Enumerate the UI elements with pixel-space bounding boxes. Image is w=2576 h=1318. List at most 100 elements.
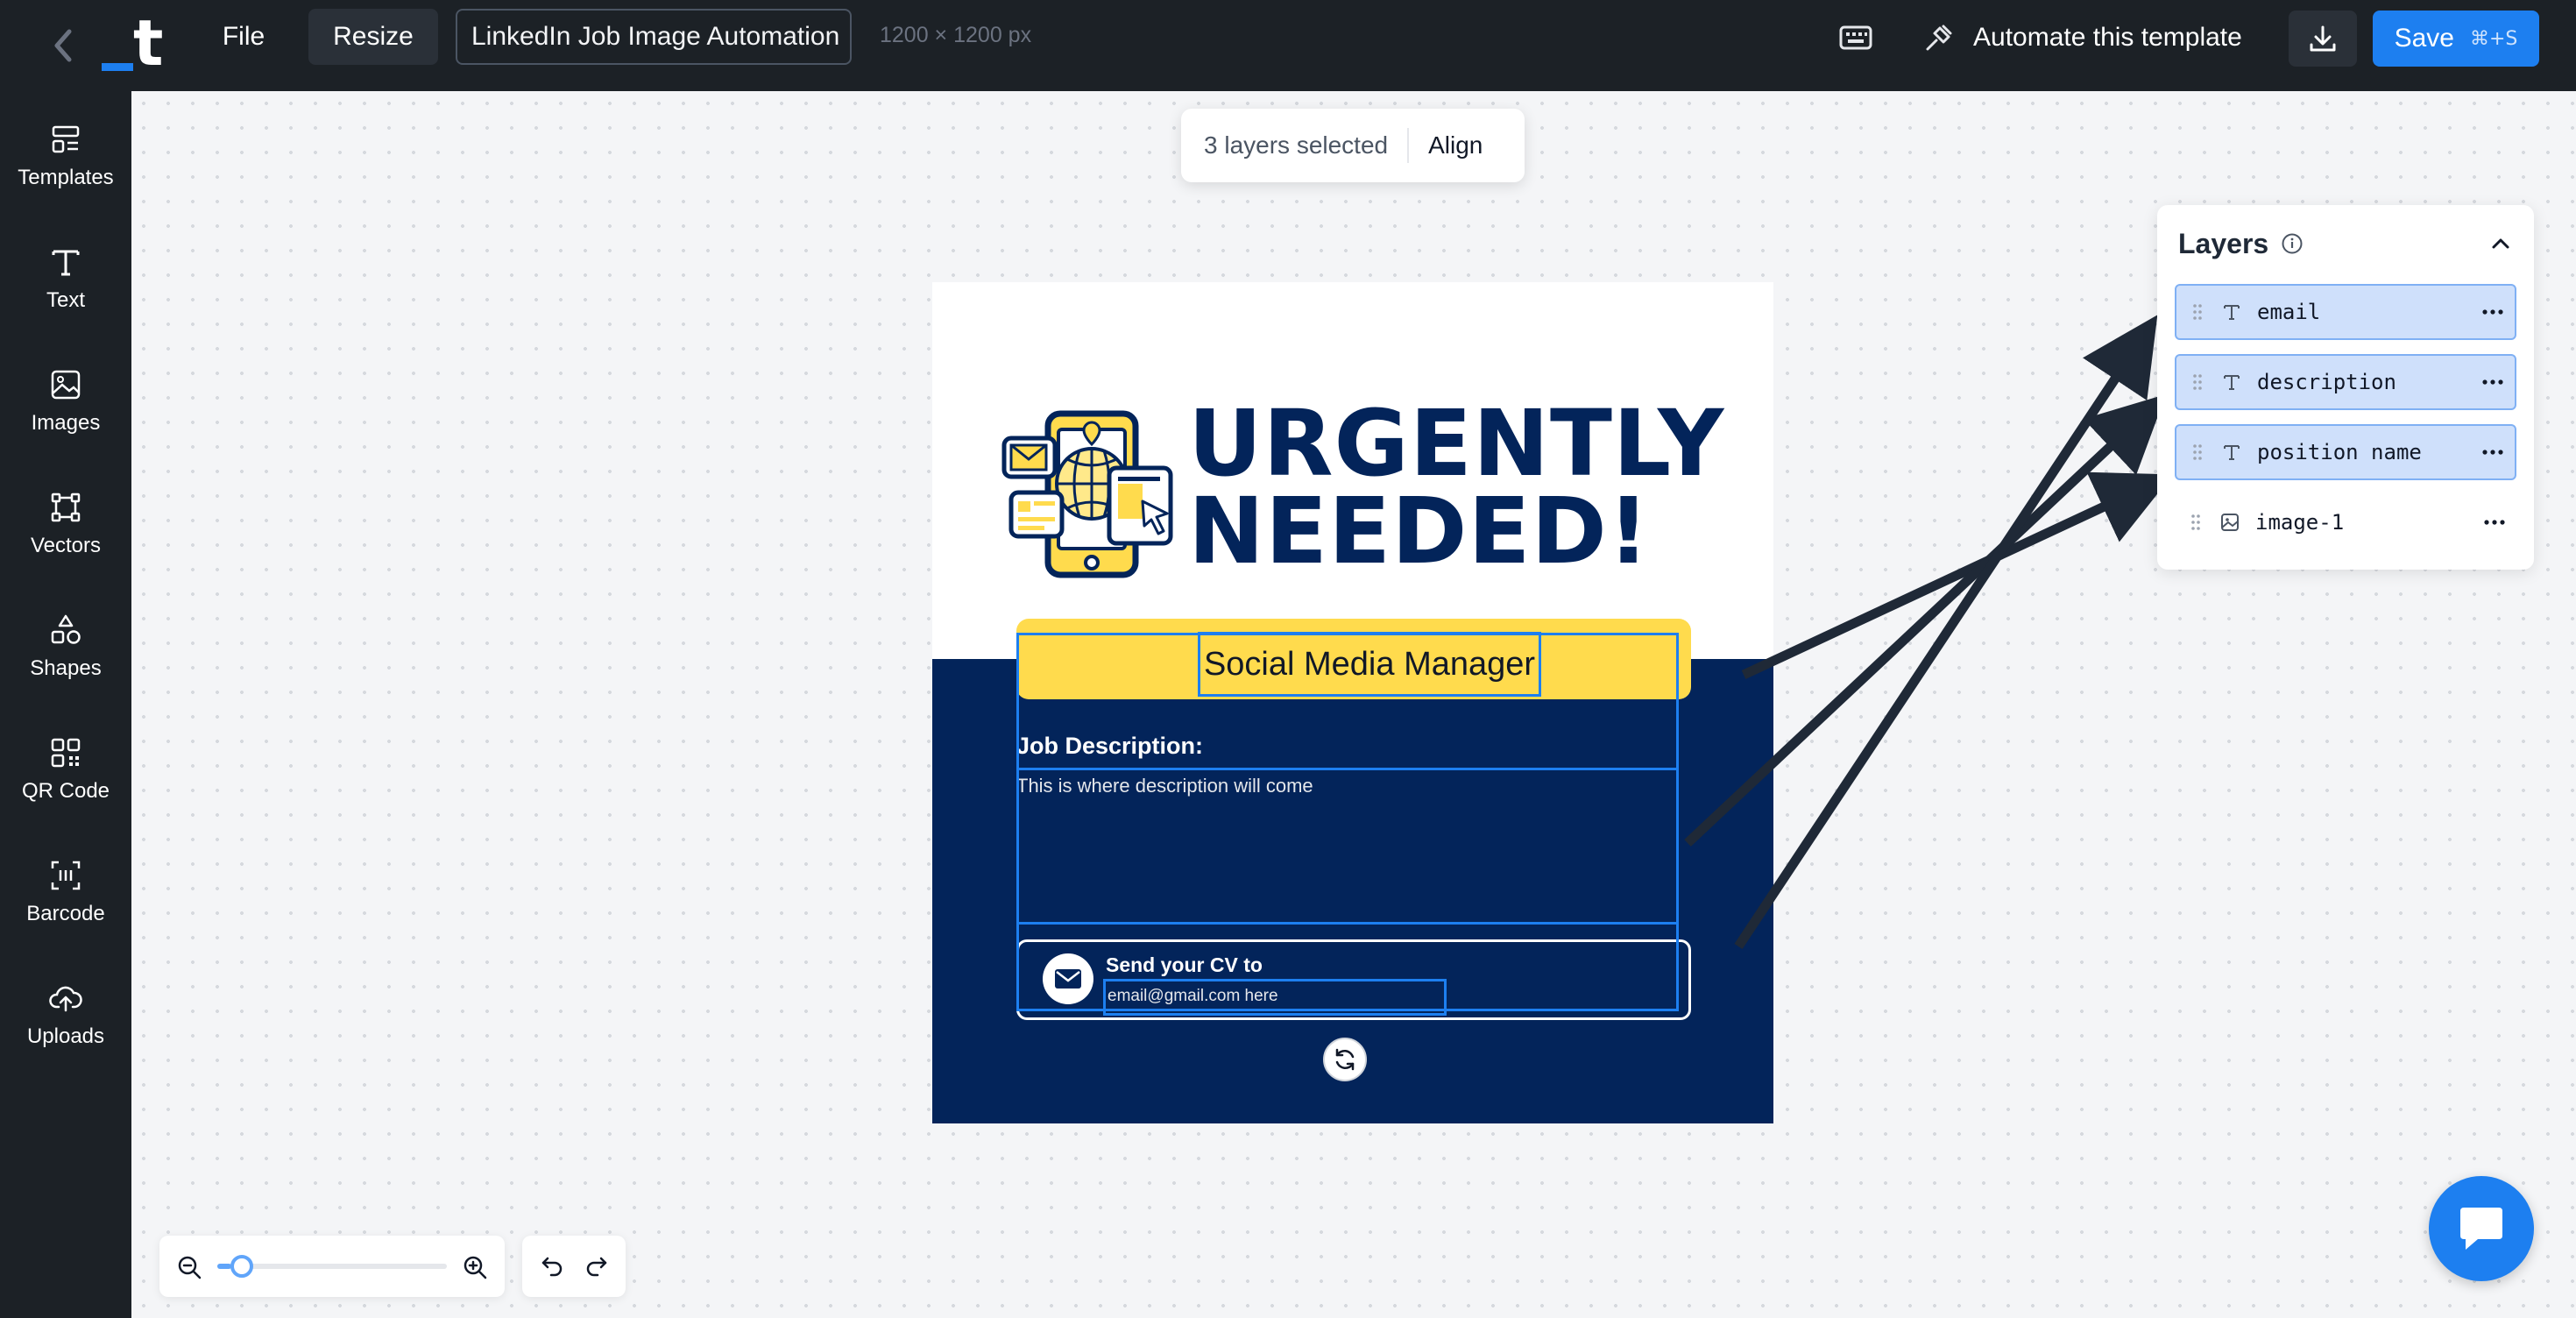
- keyboard-shortcuts-button[interactable]: [1831, 16, 1880, 60]
- templates-icon: [52, 125, 80, 153]
- plug-icon: [1926, 25, 1952, 51]
- image-layer-icon: [2212, 512, 2248, 533]
- headline[interactable]: URGENTLY NEEDED!: [1188, 390, 1725, 585]
- top-bar: t File Resize LinkedIn Job Image Automat…: [0, 0, 2576, 91]
- sidebar-item-images[interactable]: Images: [0, 349, 131, 454]
- more-options-icon[interactable]: [2473, 520, 2516, 525]
- more-options-icon[interactable]: [2471, 309, 2515, 315]
- sidebar-item-label: Shapes: [30, 656, 102, 680]
- sidebar-item-text[interactable]: Text: [0, 226, 131, 331]
- zoom-out-icon: [178, 1256, 202, 1279]
- file-menu-button[interactable]: File: [210, 9, 277, 65]
- layer-name: description: [2257, 370, 2396, 394]
- save-label: Save: [2394, 24, 2454, 53]
- layer-image-1[interactable]: image-1: [2175, 494, 2516, 550]
- layers-panel: Layers email description position name i…: [2157, 205, 2534, 570]
- zoom-in-icon: [464, 1256, 487, 1279]
- headline-line-2: NEEDED!: [1188, 478, 1651, 585]
- zoom-slider-fill: [217, 1264, 231, 1269]
- zoom-slider[interactable]: [217, 1255, 447, 1278]
- selected-layers-count: 3 layers selected: [1181, 128, 1410, 163]
- sidebar-item-label: QR Code: [21, 779, 110, 803]
- layer-description[interactable]: description: [2175, 354, 2516, 410]
- sidebar-item-label: Templates: [18, 166, 114, 189]
- chat-icon: [2460, 1208, 2502, 1250]
- drag-handle-icon[interactable]: [2182, 372, 2213, 392]
- layer-name: position name: [2257, 440, 2422, 464]
- text-layer-icon: [2213, 301, 2250, 322]
- sidebar-item-vectors[interactable]: Vectors: [0, 471, 131, 577]
- drag-handle-icon[interactable]: [2182, 443, 2213, 462]
- history-controls: [522, 1236, 626, 1297]
- zoom-in-button[interactable]: [456, 1248, 494, 1286]
- save-button[interactable]: Save ⌘+S: [2373, 11, 2539, 67]
- mail-icon-badge: [1043, 953, 1093, 1004]
- selection-toolbar: 3 layers selected Align: [1181, 109, 1525, 182]
- upload-icon: [49, 986, 82, 1012]
- layer-email[interactable]: email: [2175, 284, 2516, 340]
- zoom-controls: [159, 1236, 505, 1297]
- download-icon: [2310, 25, 2336, 52]
- mail-icon: [1055, 969, 1081, 988]
- description-selection-top: [1016, 768, 1679, 770]
- collapse-layers-button[interactable]: [2481, 224, 2520, 263]
- position-name-text[interactable]: Social Media Manager: [1198, 632, 1541, 697]
- text-layer-icon: [2213, 372, 2250, 393]
- qr-code-icon: [51, 738, 81, 768]
- image-1-illustration[interactable]: [999, 405, 1174, 580]
- barcode-icon: [51, 861, 81, 890]
- job-description-label[interactable]: Job Description:: [1016, 733, 1203, 760]
- automate-template-button[interactable]: Automate this template: [1924, 11, 2242, 65]
- automate-label: Automate this template: [1973, 23, 2242, 52]
- document-title-input[interactable]: LinkedIn Job Image Automation: [456, 9, 852, 65]
- layer-name: image-1: [2255, 510, 2345, 535]
- zoom-slider-thumb[interactable]: [230, 1255, 253, 1278]
- rotate-handle[interactable]: [1323, 1038, 1367, 1081]
- resize-button[interactable]: Resize: [308, 9, 438, 65]
- app-logo[interactable]: t: [98, 6, 175, 81]
- shapes-icon: [51, 614, 81, 644]
- more-options-icon[interactable]: [2471, 379, 2515, 385]
- sidebar-item-uploads[interactable]: Uploads: [0, 962, 131, 1067]
- undo-icon: [541, 1257, 562, 1276]
- send-cv-label[interactable]: Send your CV to: [1106, 953, 1263, 977]
- back-button[interactable]: [40, 18, 86, 74]
- info-icon[interactable]: [2281, 232, 2304, 255]
- sidebar-item-label: Barcode: [26, 902, 105, 925]
- sidebar-item-templates[interactable]: Templates: [0, 103, 131, 209]
- layers-header: Layers: [2178, 219, 2304, 268]
- text-layer-icon: [2213, 442, 2250, 463]
- left-sidebar: Templates Text Images Vectors Shapes QR …: [0, 91, 131, 1318]
- sidebar-item-shapes[interactable]: Shapes: [0, 594, 131, 699]
- more-options-icon[interactable]: [2471, 450, 2515, 455]
- text-icon: [52, 250, 80, 276]
- sidebar-item-label: Uploads: [26, 1024, 105, 1048]
- zoom-out-button[interactable]: [170, 1248, 209, 1286]
- design-artboard[interactable]: URGENTLY NEEDED! Social Media Manager Jo…: [932, 282, 1773, 1123]
- sidebar-item-barcode[interactable]: Barcode: [0, 840, 131, 945]
- chevron-up-icon: [2492, 238, 2509, 249]
- drag-handle-icon[interactable]: [2180, 513, 2212, 532]
- layers-title: Layers: [2178, 227, 2269, 259]
- layer-position-name[interactable]: position name: [2175, 424, 2516, 480]
- rotate-icon: [1335, 1048, 1355, 1071]
- description-selection-bottom: [1016, 922, 1679, 925]
- drag-handle-icon[interactable]: [2182, 302, 2213, 322]
- sidebar-item-label: Vectors: [30, 534, 102, 557]
- svg-text:t: t: [133, 7, 163, 80]
- vector-icon: [51, 492, 81, 522]
- email-text[interactable]: email@gmail.com here: [1103, 979, 1447, 1016]
- align-button[interactable]: Align: [1409, 131, 1483, 159]
- image-icon: [51, 370, 81, 400]
- redo-button[interactable]: [584, 1251, 610, 1282]
- canvas-dimensions: 1200 × 1200 px: [880, 23, 1032, 47]
- save-shortcut: ⌘+S: [2469, 27, 2518, 50]
- headline-line-1: URGENTLY: [1188, 390, 1725, 497]
- support-chat-button[interactable]: [2429, 1176, 2534, 1281]
- description-text[interactable]: This is where description will come: [1016, 775, 1313, 797]
- sidebar-item-qr-code[interactable]: QR Code: [0, 717, 131, 822]
- sidebar-item-label: Text: [46, 288, 85, 312]
- undo-button[interactable]: [539, 1251, 565, 1282]
- redo-icon: [586, 1257, 606, 1276]
- download-button[interactable]: [2289, 11, 2357, 67]
